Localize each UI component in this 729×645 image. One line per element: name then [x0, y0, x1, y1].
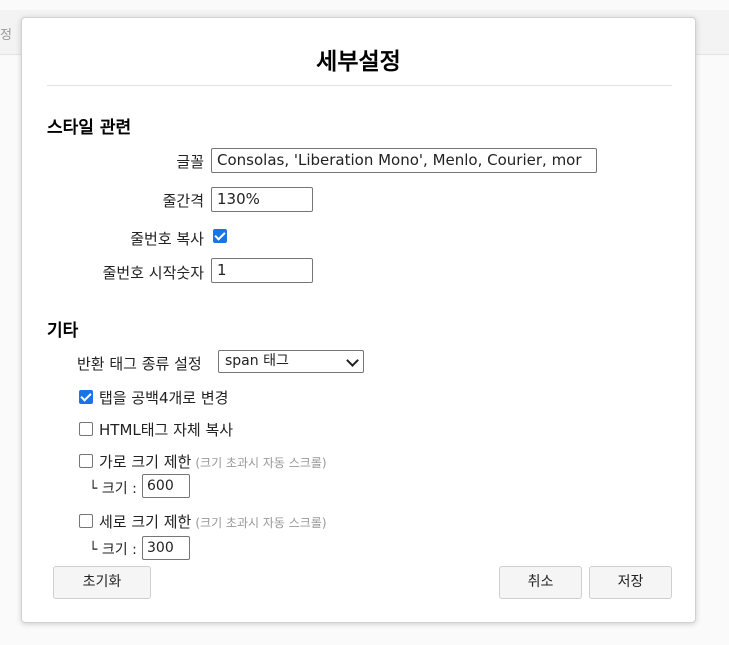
section-title-etc: 기타 [47, 321, 79, 341]
line-height-input[interactable]: 130% [211, 187, 313, 212]
reset-button[interactable]: 초기화 [53, 566, 151, 599]
line-height-label: 줄간격 [162, 192, 204, 210]
width-size-input[interactable]: 600 [142, 474, 190, 498]
font-input[interactable]: Consolas, 'Liberation Mono', Menlo, Cour… [211, 148, 597, 173]
copy-line-numbers-checkbox[interactable] [213, 229, 227, 243]
tab-to-spaces-label[interactable]: 탭을 공백4개로 변경 [99, 387, 228, 408]
width-size-label: └ 크기 : [89, 481, 137, 497]
height-size-label: └ 크기 : [89, 542, 137, 558]
copy-html-tag-label[interactable]: HTML태그 자체 복사 [99, 419, 233, 440]
return-tag-selected: span 태그 [225, 353, 289, 369]
width-limit-hint: (크기 초과시 자동 스크롤) [195, 456, 327, 470]
width-limit-checkbox[interactable] [79, 454, 93, 468]
settings-dialog: 세부설정 스타일 관련 글꼴 Consolas, 'Liberation Mon… [21, 17, 696, 623]
copy-html-tag-checkbox[interactable] [79, 422, 93, 436]
height-limit-label-wrap[interactable]: 세로 크기 제한 (크기 초과시 자동 스크롤) [99, 511, 327, 532]
height-size-input[interactable]: 300 [142, 536, 190, 560]
section-title-style: 스타일 관련 [47, 118, 132, 138]
width-limit-label: 가로 크기 제한 [99, 453, 192, 471]
title-divider [47, 85, 672, 86]
save-button[interactable]: 저장 [589, 566, 672, 599]
height-limit-hint: (크기 초과시 자동 스크롤) [195, 516, 327, 530]
copy-line-numbers-label: 줄번호 복사 [130, 230, 204, 248]
line-start-label: 줄번호 시작숫자 [102, 264, 204, 282]
cancel-button[interactable]: 취소 [499, 566, 582, 599]
background-partial-text: 정 [0, 28, 12, 43]
height-limit-label: 세로 크기 제한 [99, 513, 192, 531]
height-limit-checkbox[interactable] [79, 514, 93, 528]
return-tag-select[interactable]: span 태그 [218, 350, 364, 373]
return-tag-label: 반환 태그 종류 설정 [77, 355, 202, 373]
font-label: 글꼴 [176, 153, 204, 171]
line-start-input[interactable]: 1 [211, 258, 313, 283]
dialog-title: 세부설정 [316, 49, 401, 75]
tab-to-spaces-checkbox[interactable] [79, 390, 93, 404]
chevron-down-icon [346, 354, 359, 367]
width-limit-label-wrap[interactable]: 가로 크기 제한 (크기 초과시 자동 스크롤) [99, 451, 327, 472]
